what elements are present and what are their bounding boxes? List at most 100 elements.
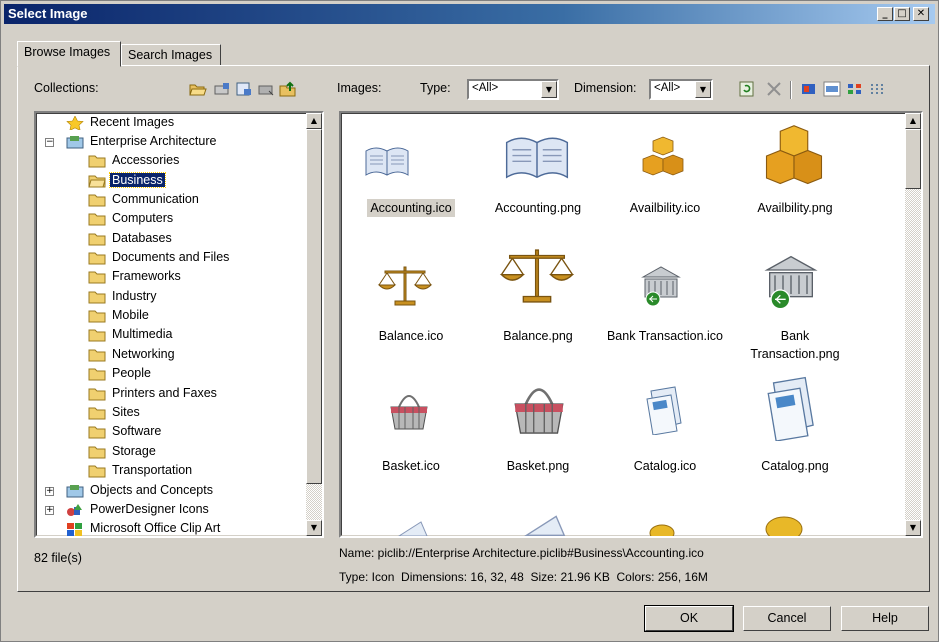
tree-item-printers-and-faxes[interactable]: Printers and Faxes (88, 384, 219, 403)
medium-icons-view-icon[interactable] (823, 81, 841, 97)
list-view-icon[interactable] (869, 81, 887, 97)
open-folder-icon (88, 175, 106, 188)
file-item-availbility-png[interactable]: Availbility.png (725, 199, 865, 217)
folder-icon (88, 349, 106, 362)
image-name-info: Name: piclib://Enterprise Architecture.p… (339, 546, 704, 560)
help-button[interactable]: Help (841, 606, 929, 631)
tree-item-databases[interactable]: Databases (88, 229, 174, 248)
scroll-thumb[interactable] (306, 129, 322, 484)
delete-icon[interactable] (765, 81, 783, 97)
tree-item-software[interactable]: Software (88, 422, 163, 441)
tree-item-frameworks[interactable]: Frameworks (88, 267, 183, 286)
tab-search-images[interactable]: Search Images (121, 44, 221, 66)
images-label: Images: (337, 81, 382, 95)
file-item-basket-png[interactable]: Basket.png (468, 457, 608, 475)
file-item-accounting-ico[interactable]: Accounting.ico (341, 199, 481, 217)
close-button[interactable]: ✕ (913, 7, 929, 21)
minimize-button[interactable]: _ (877, 7, 893, 21)
scroll-up-button[interactable]: ▲ (905, 113, 921, 129)
catalog-icon (646, 386, 682, 435)
refresh-icon[interactable] (738, 81, 756, 97)
expand-toggle[interactable]: + (45, 487, 54, 496)
grid-scrollbar[interactable]: ▲ ▼ (905, 113, 921, 536)
document-icon (524, 515, 566, 536)
coins-icon (765, 516, 803, 536)
folder-icon (88, 426, 106, 439)
folder-icon (88, 233, 106, 246)
tree-item-enterprise-architecture[interactable]: Enterprise Architecture (66, 132, 218, 151)
tree-item-powerdesigner-icons[interactable]: PowerDesigner Icons (66, 500, 211, 519)
tree-item-transportation[interactable]: Transportation (88, 461, 194, 480)
tree-item-industry[interactable]: Industry (88, 287, 158, 306)
folder-icon (88, 388, 106, 401)
chevron-down-icon[interactable]: ▼ (541, 81, 557, 98)
folder-icon (88, 446, 106, 459)
coins-icon (649, 524, 675, 536)
file-count: 82 file(s) (34, 551, 82, 565)
basket-icon (390, 395, 428, 430)
tree-item-networking[interactable]: Networking (88, 345, 177, 364)
tree-item-microsoft-office-clip-art[interactable]: Microsoft Office Clip Art (66, 519, 222, 536)
dimension-select[interactable]: <All> ▼ (649, 79, 713, 100)
file-item-balance-png[interactable]: Balance.png (468, 327, 608, 345)
file-item-catalog-png[interactable]: Catalog.png (725, 457, 865, 475)
tree-item-accessories[interactable]: Accessories (88, 151, 181, 170)
tree-item-documents-and-files[interactable]: Documents and Files (88, 248, 231, 267)
bank-icon (764, 255, 818, 310)
folder-icon (88, 465, 106, 478)
large-icons-view-icon[interactable] (800, 81, 818, 97)
file-item-bank-transaction-ico[interactable]: Bank Transaction.ico (595, 327, 735, 345)
tree-item-computers[interactable]: Computers (88, 209, 175, 228)
collections-tree[interactable]: ▲ ▼ Recent Images − Enterprise Architect… (34, 111, 324, 538)
image-grid[interactable]: ▲ ▼ Accounting.ico Accounting.png Availb… (339, 111, 923, 538)
folder-icon (88, 407, 106, 420)
properties-icon[interactable] (235, 81, 253, 97)
expand-toggle[interactable]: + (45, 506, 54, 515)
type-label: Type: (420, 81, 451, 95)
cancel-button[interactable]: Cancel (743, 606, 831, 631)
toolbar-separator (790, 81, 792, 99)
tree-item-communication[interactable]: Communication (88, 190, 201, 209)
maximize-button[interactable]: □ (894, 7, 910, 21)
ok-button[interactable]: OK (644, 605, 734, 632)
file-item-basket-ico[interactable]: Basket.ico (341, 457, 481, 475)
tree-scrollbar[interactable]: ▲ ▼ (306, 113, 322, 536)
scroll-up-button[interactable]: ▲ (306, 113, 322, 129)
tree-item-mobile[interactable]: Mobile (88, 306, 151, 325)
open-folder-icon[interactable] (189, 81, 207, 97)
tree-item-sites[interactable]: Sites (88, 403, 142, 422)
type-select[interactable]: <All> ▼ (467, 79, 559, 100)
tab-browse-images[interactable]: Browse Images (17, 41, 121, 67)
small-icons-view-icon[interactable] (846, 81, 864, 97)
tree-item-objects-and-concepts[interactable]: Objects and Concepts (66, 481, 215, 500)
clip-art-icon (67, 522, 82, 536)
bank-icon (641, 266, 681, 307)
file-item-bank-transaction-png[interactable]: Bank Transaction.png (725, 327, 865, 363)
folder-icon (88, 155, 106, 168)
scroll-down-button[interactable]: ▼ (905, 520, 921, 536)
scroll-down-button[interactable]: ▼ (306, 520, 322, 536)
file-item-accounting-png[interactable]: Accounting.png (468, 199, 608, 217)
scales-icon (377, 266, 433, 306)
file-item-catalog-ico[interactable]: Catalog.ico (595, 457, 735, 475)
collapse-toggle[interactable]: − (45, 138, 54, 147)
chevron-down-icon[interactable]: ▼ (695, 81, 711, 98)
dimension-label: Dimension: (574, 81, 637, 95)
folder-icon (88, 213, 106, 226)
up-folder-icon[interactable] (279, 81, 297, 97)
scales-icon (499, 249, 575, 303)
file-item-balance-ico[interactable]: Balance.ico (341, 327, 481, 345)
folder-icon (88, 310, 106, 323)
file-item-availbility-ico[interactable]: Availbility.ico (595, 199, 735, 217)
tree-item-recent-images[interactable]: Recent Images (66, 113, 176, 132)
document-icon (398, 521, 428, 536)
tree-item-storage[interactable]: Storage (88, 442, 158, 461)
tree-item-business[interactable]: Business (88, 171, 166, 190)
add-collection-icon[interactable] (213, 81, 231, 97)
tree-item-people[interactable]: People (88, 364, 153, 383)
tree-item-multimedia[interactable]: Multimedia (88, 325, 174, 344)
window-title: Select Image (8, 6, 88, 21)
folder-icon (88, 368, 106, 381)
scroll-thumb[interactable] (905, 129, 921, 189)
remove-collection-icon[interactable] (257, 81, 275, 97)
